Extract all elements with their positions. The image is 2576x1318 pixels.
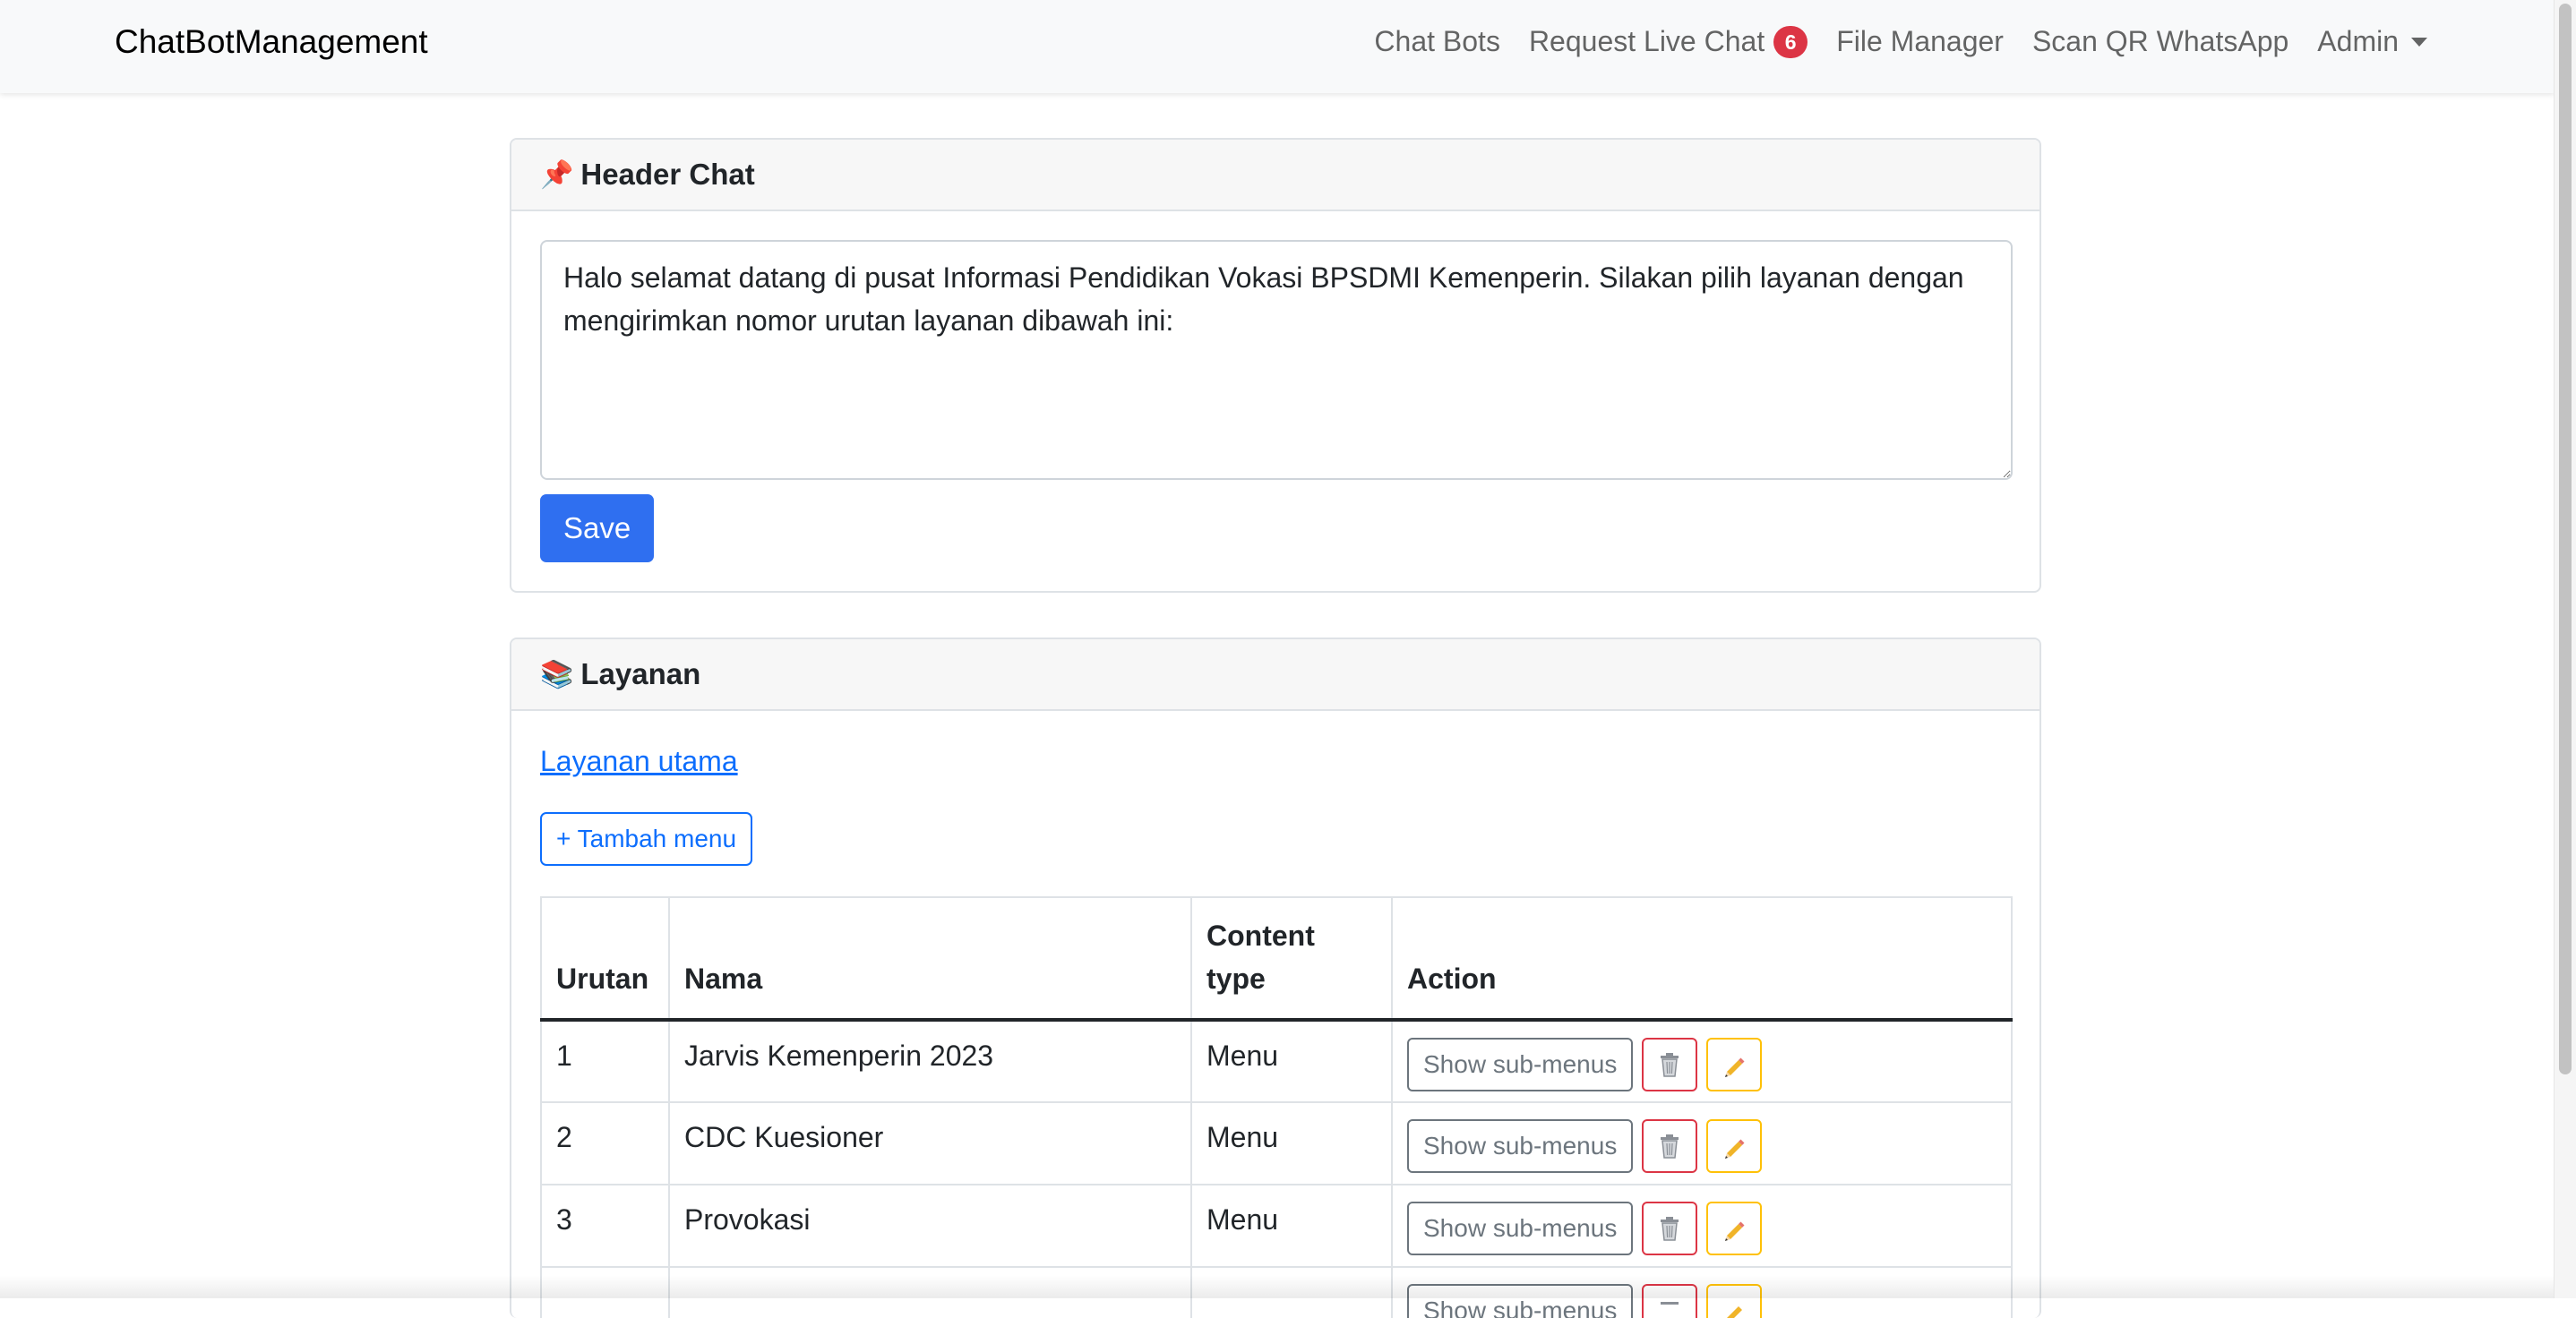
page-scrollbar[interactable] <box>2554 0 2576 1298</box>
nav-file-manager-label: File Manager <box>1836 25 2004 57</box>
nav-request-live-chat[interactable]: Request Live Chat 6 <box>1528 25 1808 58</box>
cell-urutan: 3 <box>540 1184 670 1268</box>
top-navbar: ChatBotManagement Chat Bots Request Live… <box>0 0 2555 93</box>
edit-button[interactable] <box>1706 1119 1763 1173</box>
nav-file-manager[interactable]: File Manager <box>1836 25 2004 58</box>
trash-icon <box>1661 1217 1679 1241</box>
nav-chat-bots-label: Chat Bots <box>1374 25 1500 57</box>
caret-down-icon <box>2411 37 2427 47</box>
show-sub-menus-button[interactable]: Show sub-menus <box>1407 1284 1634 1318</box>
header-chat-title: Header Chat <box>580 158 755 191</box>
layanan-card-header: 📚 Layanan <box>511 639 2039 711</box>
layanan-card-body: Layanan utama + Tambah menu Urutan Nama … <box>511 711 2039 1318</box>
cell-nama: Jarvis Kemenperin 2023 <box>668 1019 1192 1103</box>
cell-nama <box>668 1266 1192 1318</box>
breadcrumb-layanan-utama-link[interactable]: Layanan utama <box>540 745 738 778</box>
trash-icon <box>1661 1302 1679 1305</box>
add-menu-button[interactable]: + Tambah menu <box>540 812 753 866</box>
books-icon: 📚 <box>540 659 574 689</box>
delete-button[interactable] <box>1642 1284 1698 1318</box>
table-row: 1 Jarvis Kemenperin 2023 Menu Show sub-m… <box>540 1019 2013 1103</box>
layanan-card: 📚 Layanan Layanan utama + Tambah menu Ur… <box>510 638 2041 1318</box>
show-sub-menus-button[interactable]: Show sub-menus <box>1407 1119 1634 1173</box>
edit-button[interactable] <box>1706 1202 1763 1255</box>
brand-link[interactable]: ChatBotManagement <box>115 23 428 61</box>
trash-icon <box>1661 1053 1679 1077</box>
row-actions: Show sub-menus <box>1407 1038 1996 1091</box>
live-chat-count-badge: 6 <box>1773 25 1808 58</box>
pencil-icon <box>1725 1139 1745 1159</box>
cell-content-type <box>1190 1266 1393 1318</box>
cell-content-type: Menu <box>1190 1019 1393 1103</box>
nav-admin-label: Admin <box>2317 25 2399 57</box>
show-sub-menus-button[interactable]: Show sub-menus <box>1407 1202 1634 1255</box>
cell-urutan <box>540 1266 670 1318</box>
nav-links: Chat Bots Request Live Chat 6 File Manag… <box>1374 25 2427 58</box>
cell-urutan: 2 <box>540 1101 670 1185</box>
delete-button[interactable] <box>1642 1202 1698 1255</box>
header-chat-card-header: 📌 Header Chat <box>511 140 2039 211</box>
scrollbar-thumb[interactable] <box>2559 4 2572 1074</box>
column-header-action: Action <box>1391 896 2013 1022</box>
trash-icon <box>1661 1134 1679 1159</box>
nav-scan-qr-whatsapp[interactable]: Scan QR WhatsApp <box>2032 25 2288 58</box>
cell-nama: CDC Kuesioner <box>668 1101 1192 1185</box>
row-actions: Show sub-menus <box>1407 1284 1996 1318</box>
table-row: Show sub-menus <box>540 1266 2013 1318</box>
pencil-icon <box>1727 1306 1743 1318</box>
save-button[interactable]: Save <box>540 494 655 562</box>
cell-action: Show sub-menus <box>1391 1184 2013 1268</box>
header-chat-card: 📌 Header Chat Save <box>510 138 2041 593</box>
nav-request-live-chat-label: Request Live Chat <box>1528 25 1765 57</box>
header-message-textarea[interactable] <box>540 240 2013 480</box>
nav-chat-bots[interactable]: Chat Bots <box>1374 25 1500 58</box>
delete-button[interactable] <box>1642 1119 1698 1173</box>
cell-action: Show sub-menus <box>1391 1101 2013 1185</box>
cell-nama: Provokasi <box>668 1184 1192 1268</box>
edit-button[interactable] <box>1706 1038 1763 1091</box>
nav-admin-dropdown[interactable]: Admin <box>2317 25 2427 58</box>
delete-button[interactable] <box>1642 1038 1698 1091</box>
row-actions: Show sub-menus <box>1407 1119 1996 1173</box>
cell-action: Show sub-menus <box>1391 1266 2013 1318</box>
pencil-icon <box>1725 1221 1745 1241</box>
column-header-nama: Nama <box>668 896 1192 1022</box>
cell-action: Show sub-menus <box>1391 1019 2013 1103</box>
column-header-urutan: Urutan <box>540 896 670 1022</box>
table-row: 3 Provokasi Menu Show sub-menus <box>540 1184 2013 1268</box>
pencil-icon <box>1725 1057 1745 1077</box>
layanan-title: Layanan <box>580 657 701 690</box>
column-header-content-type: Content type <box>1190 896 1393 1022</box>
cell-content-type: Menu <box>1190 1184 1393 1268</box>
row-actions: Show sub-menus <box>1407 1202 1996 1255</box>
edit-button[interactable] <box>1706 1284 1763 1318</box>
pushpin-icon: 📌 <box>540 159 574 190</box>
table-header-row: Urutan Nama Content type Action <box>540 896 2013 1022</box>
cell-urutan: 1 <box>540 1019 670 1103</box>
cell-content-type: Menu <box>1190 1101 1393 1185</box>
header-chat-card-body: Save <box>511 211 2039 591</box>
layanan-table: Urutan Nama Content type Action 1 Jarvis… <box>540 896 2013 1318</box>
show-sub-menus-button[interactable]: Show sub-menus <box>1407 1038 1634 1091</box>
table-row: 2 CDC Kuesioner Menu Show sub-menus <box>540 1101 2013 1185</box>
nav-scan-qr-label: Scan QR WhatsApp <box>2031 25 2289 57</box>
